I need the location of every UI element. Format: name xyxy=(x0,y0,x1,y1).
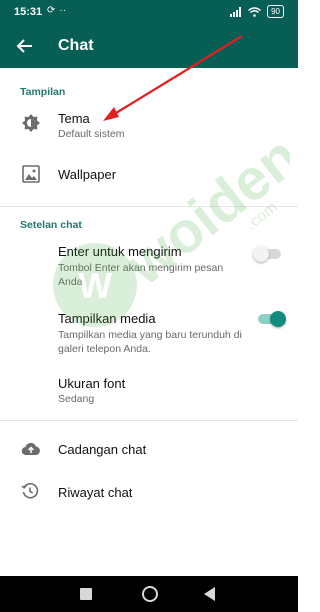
signal-icon xyxy=(230,6,242,17)
setting-wallpaper[interactable]: Wallpaper xyxy=(0,152,298,196)
wifi-icon xyxy=(248,6,262,17)
divider xyxy=(0,420,298,421)
section-chat-settings-header: Setelan chat xyxy=(20,219,82,231)
more-dots-icon: ·· xyxy=(59,5,67,16)
media-visibility-subtitle: Tampilkan media yang baru terunduh di ga… xyxy=(58,329,242,355)
history-icon xyxy=(21,483,39,499)
theme-subtitle: Default sistem xyxy=(58,128,125,140)
section-display-header: Tampilan xyxy=(20,86,66,98)
back-button[interactable] xyxy=(204,587,216,601)
back-arrow-icon[interactable] xyxy=(14,35,36,57)
status-bar: 15:31 ⟳ ·· 90 xyxy=(0,0,298,24)
setting-theme[interactable]: Tema Default sistem xyxy=(0,104,298,148)
setting-enter-send[interactable]: Enter untuk mengirim Tombol Enter akan m… xyxy=(0,238,298,298)
wallpaper-title: Wallpaper xyxy=(58,167,117,182)
app-bar: Chat xyxy=(0,24,298,68)
media-visibility-title: Tampilkan media xyxy=(58,311,156,326)
status-time: 15:31 xyxy=(14,6,43,18)
media-visibility-toggle[interactable] xyxy=(258,311,286,327)
enter-send-title: Enter untuk mengirim xyxy=(58,244,182,259)
enter-send-toggle[interactable] xyxy=(253,246,281,262)
toggle-knob xyxy=(270,311,286,327)
brightness-icon xyxy=(22,114,40,132)
setting-chat-backup[interactable]: Cadangan chat xyxy=(0,428,298,472)
navigation-bar xyxy=(0,576,298,612)
chat-backup-title: Cadangan chat xyxy=(58,442,147,457)
status-right-icons: 90 xyxy=(230,5,284,18)
chat-history-title: Riwayat chat xyxy=(58,485,133,500)
page-title: Chat xyxy=(58,37,94,54)
sync-icon: ⟳ xyxy=(47,5,56,16)
watermark-suffix: .com xyxy=(243,199,281,234)
battery-indicator: 90 xyxy=(267,5,284,18)
enter-send-subtitle: Tombol Enter akan mengirim pesan Anda xyxy=(58,262,224,288)
wallpaper-icon xyxy=(22,165,40,183)
divider xyxy=(0,206,298,207)
recent-apps-button[interactable] xyxy=(80,588,92,600)
status-left-icons: ⟳ ·· xyxy=(47,5,66,16)
theme-title: Tema xyxy=(58,111,90,126)
font-size-title: Ukuran font xyxy=(58,376,126,391)
font-size-subtitle: Sedang xyxy=(58,393,95,405)
cloud-upload-icon xyxy=(21,442,40,456)
setting-chat-history[interactable]: Riwayat chat xyxy=(0,470,298,514)
toggle-knob xyxy=(253,246,269,262)
home-button[interactable] xyxy=(142,586,158,602)
setting-media-visibility[interactable]: Tampilkan media Tampilkan media yang bar… xyxy=(0,305,298,365)
setting-font-size[interactable]: Ukuran font Sedang xyxy=(0,372,298,416)
